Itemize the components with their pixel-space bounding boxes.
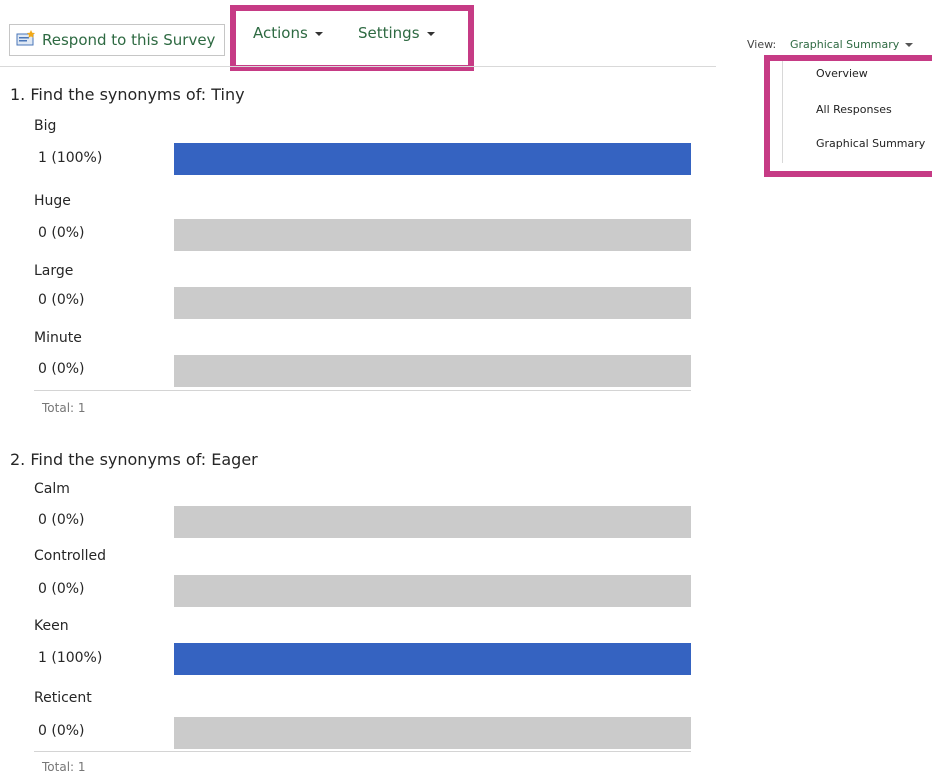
actions-menu[interactable]: Actions [253, 24, 323, 42]
option-label: Keen [34, 618, 69, 634]
option-count: 0 (0%) [38, 361, 85, 377]
respond-to-survey-button[interactable]: Respond to this Survey [9, 24, 225, 56]
response-bar-fill [174, 143, 691, 175]
view-chevron-down-icon [905, 43, 914, 47]
settings-chevron-down-icon [426, 31, 435, 36]
total-divider [34, 390, 691, 391]
response-bar [174, 717, 691, 749]
response-bar [174, 643, 691, 675]
respond-to-survey-label: Respond to this Survey [42, 31, 216, 49]
view-option-all-responses[interactable]: All Responses [816, 103, 892, 116]
view-dropdown-menu: Overview All Responses Graphical Summary [764, 55, 932, 177]
option-label: Calm [34, 481, 70, 497]
view-selector[interactable]: Graphical Summary [790, 38, 914, 51]
option-count: 0 (0%) [38, 512, 85, 528]
response-bar [174, 575, 691, 607]
actions-chevron-down-icon [314, 31, 323, 36]
response-bar [174, 355, 691, 387]
response-bar [174, 219, 691, 251]
option-count: 1 (100%) [38, 650, 103, 666]
option-label: Huge [34, 193, 71, 209]
view-selected-value: Graphical Summary [790, 38, 900, 51]
toolbar-divider [0, 66, 716, 67]
response-bar [174, 506, 691, 538]
response-bar [174, 287, 691, 319]
option-label: Reticent [34, 690, 92, 706]
dropdown-edge [782, 61, 783, 163]
total-divider [34, 751, 691, 752]
response-bar-fill [174, 643, 691, 675]
view-label: View: [747, 38, 777, 51]
view-option-graphical-summary[interactable]: Graphical Summary [816, 137, 925, 150]
question-title: 2. Find the synonyms of: Eager [10, 450, 258, 469]
option-label: Controlled [34, 548, 106, 564]
view-option-overview[interactable]: Overview [816, 67, 868, 80]
total-count: Total: 1 [42, 760, 86, 774]
respond-survey-icon [16, 29, 36, 51]
settings-menu[interactable]: Settings [358, 24, 435, 42]
response-bar [174, 143, 691, 175]
option-count: 1 (100%) [38, 150, 103, 166]
option-count: 0 (0%) [38, 581, 85, 597]
actions-menu-label: Actions [253, 24, 308, 42]
settings-menu-label: Settings [358, 24, 420, 42]
option-label: Big [34, 118, 57, 134]
total-count: Total: 1 [42, 401, 86, 415]
option-count: 0 (0%) [38, 225, 85, 241]
option-count: 0 (0%) [38, 723, 85, 739]
option-label: Minute [34, 330, 82, 346]
question-title: 1. Find the synonyms of: Tiny [10, 85, 245, 104]
option-label: Large [34, 263, 74, 279]
option-count: 0 (0%) [38, 292, 85, 308]
